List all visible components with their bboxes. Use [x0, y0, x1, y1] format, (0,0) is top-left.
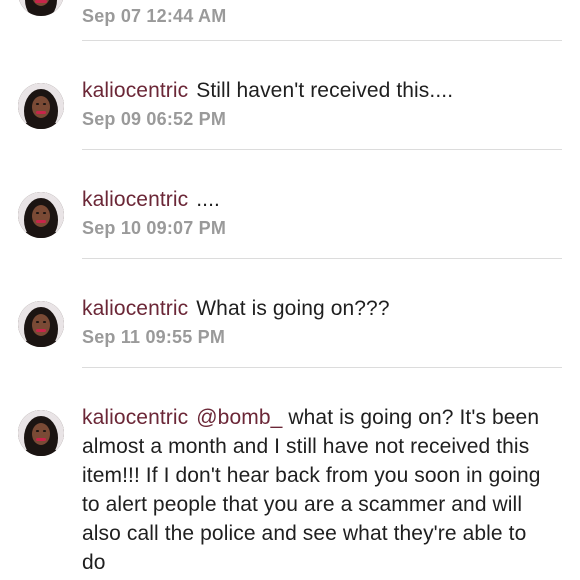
- divider: [82, 258, 562, 259]
- comment-item: Sep 07 12:44 AM: [0, 0, 580, 42]
- divider: [82, 367, 562, 368]
- comment-text: what is going on? It's been almost a mon…: [82, 406, 541, 574]
- divider: [82, 149, 562, 150]
- comment-item: kaliocentric What is going on??? Sep 11 0…: [0, 294, 580, 366]
- comment-username[interactable]: kaliocentric: [82, 188, 188, 211]
- avatar[interactable]: [18, 0, 64, 16]
- comment-thread: Sep 07 12:44 AM kaliocentric Still haven'…: [0, 0, 580, 580]
- comment-timestamp: Sep 07 12:44 AM: [82, 6, 227, 26]
- comment-text: ....: [196, 188, 220, 211]
- comment-item: kaliocentric.... Sep 10 09:07 PM: [0, 185, 580, 257]
- avatar[interactable]: [18, 301, 64, 347]
- comment-text: Still haven't received this....: [196, 79, 454, 102]
- comment-timestamp: Sep 10 09:07 PM: [82, 218, 227, 238]
- avatar[interactable]: [18, 192, 64, 238]
- comment-username[interactable]: kaliocentric: [82, 297, 188, 320]
- divider: [82, 40, 562, 41]
- comment-timestamp: Sep 09 06:52 PM: [82, 109, 227, 129]
- comment-username[interactable]: kaliocentric: [82, 406, 188, 429]
- comment-timestamp: Sep 11 09:55 PM: [82, 327, 226, 347]
- comment-mention[interactable]: @bomb_: [196, 406, 282, 429]
- comment-username[interactable]: kaliocentric: [82, 79, 188, 102]
- comment-text: What is going on???: [196, 297, 390, 320]
- avatar[interactable]: [18, 83, 64, 129]
- avatar[interactable]: [18, 410, 64, 456]
- comment-item: kaliocentric @bomb_ what is going on? It's…: [0, 403, 580, 580]
- comment-item: kaliocentric Still haven't received this.…: [0, 76, 580, 148]
